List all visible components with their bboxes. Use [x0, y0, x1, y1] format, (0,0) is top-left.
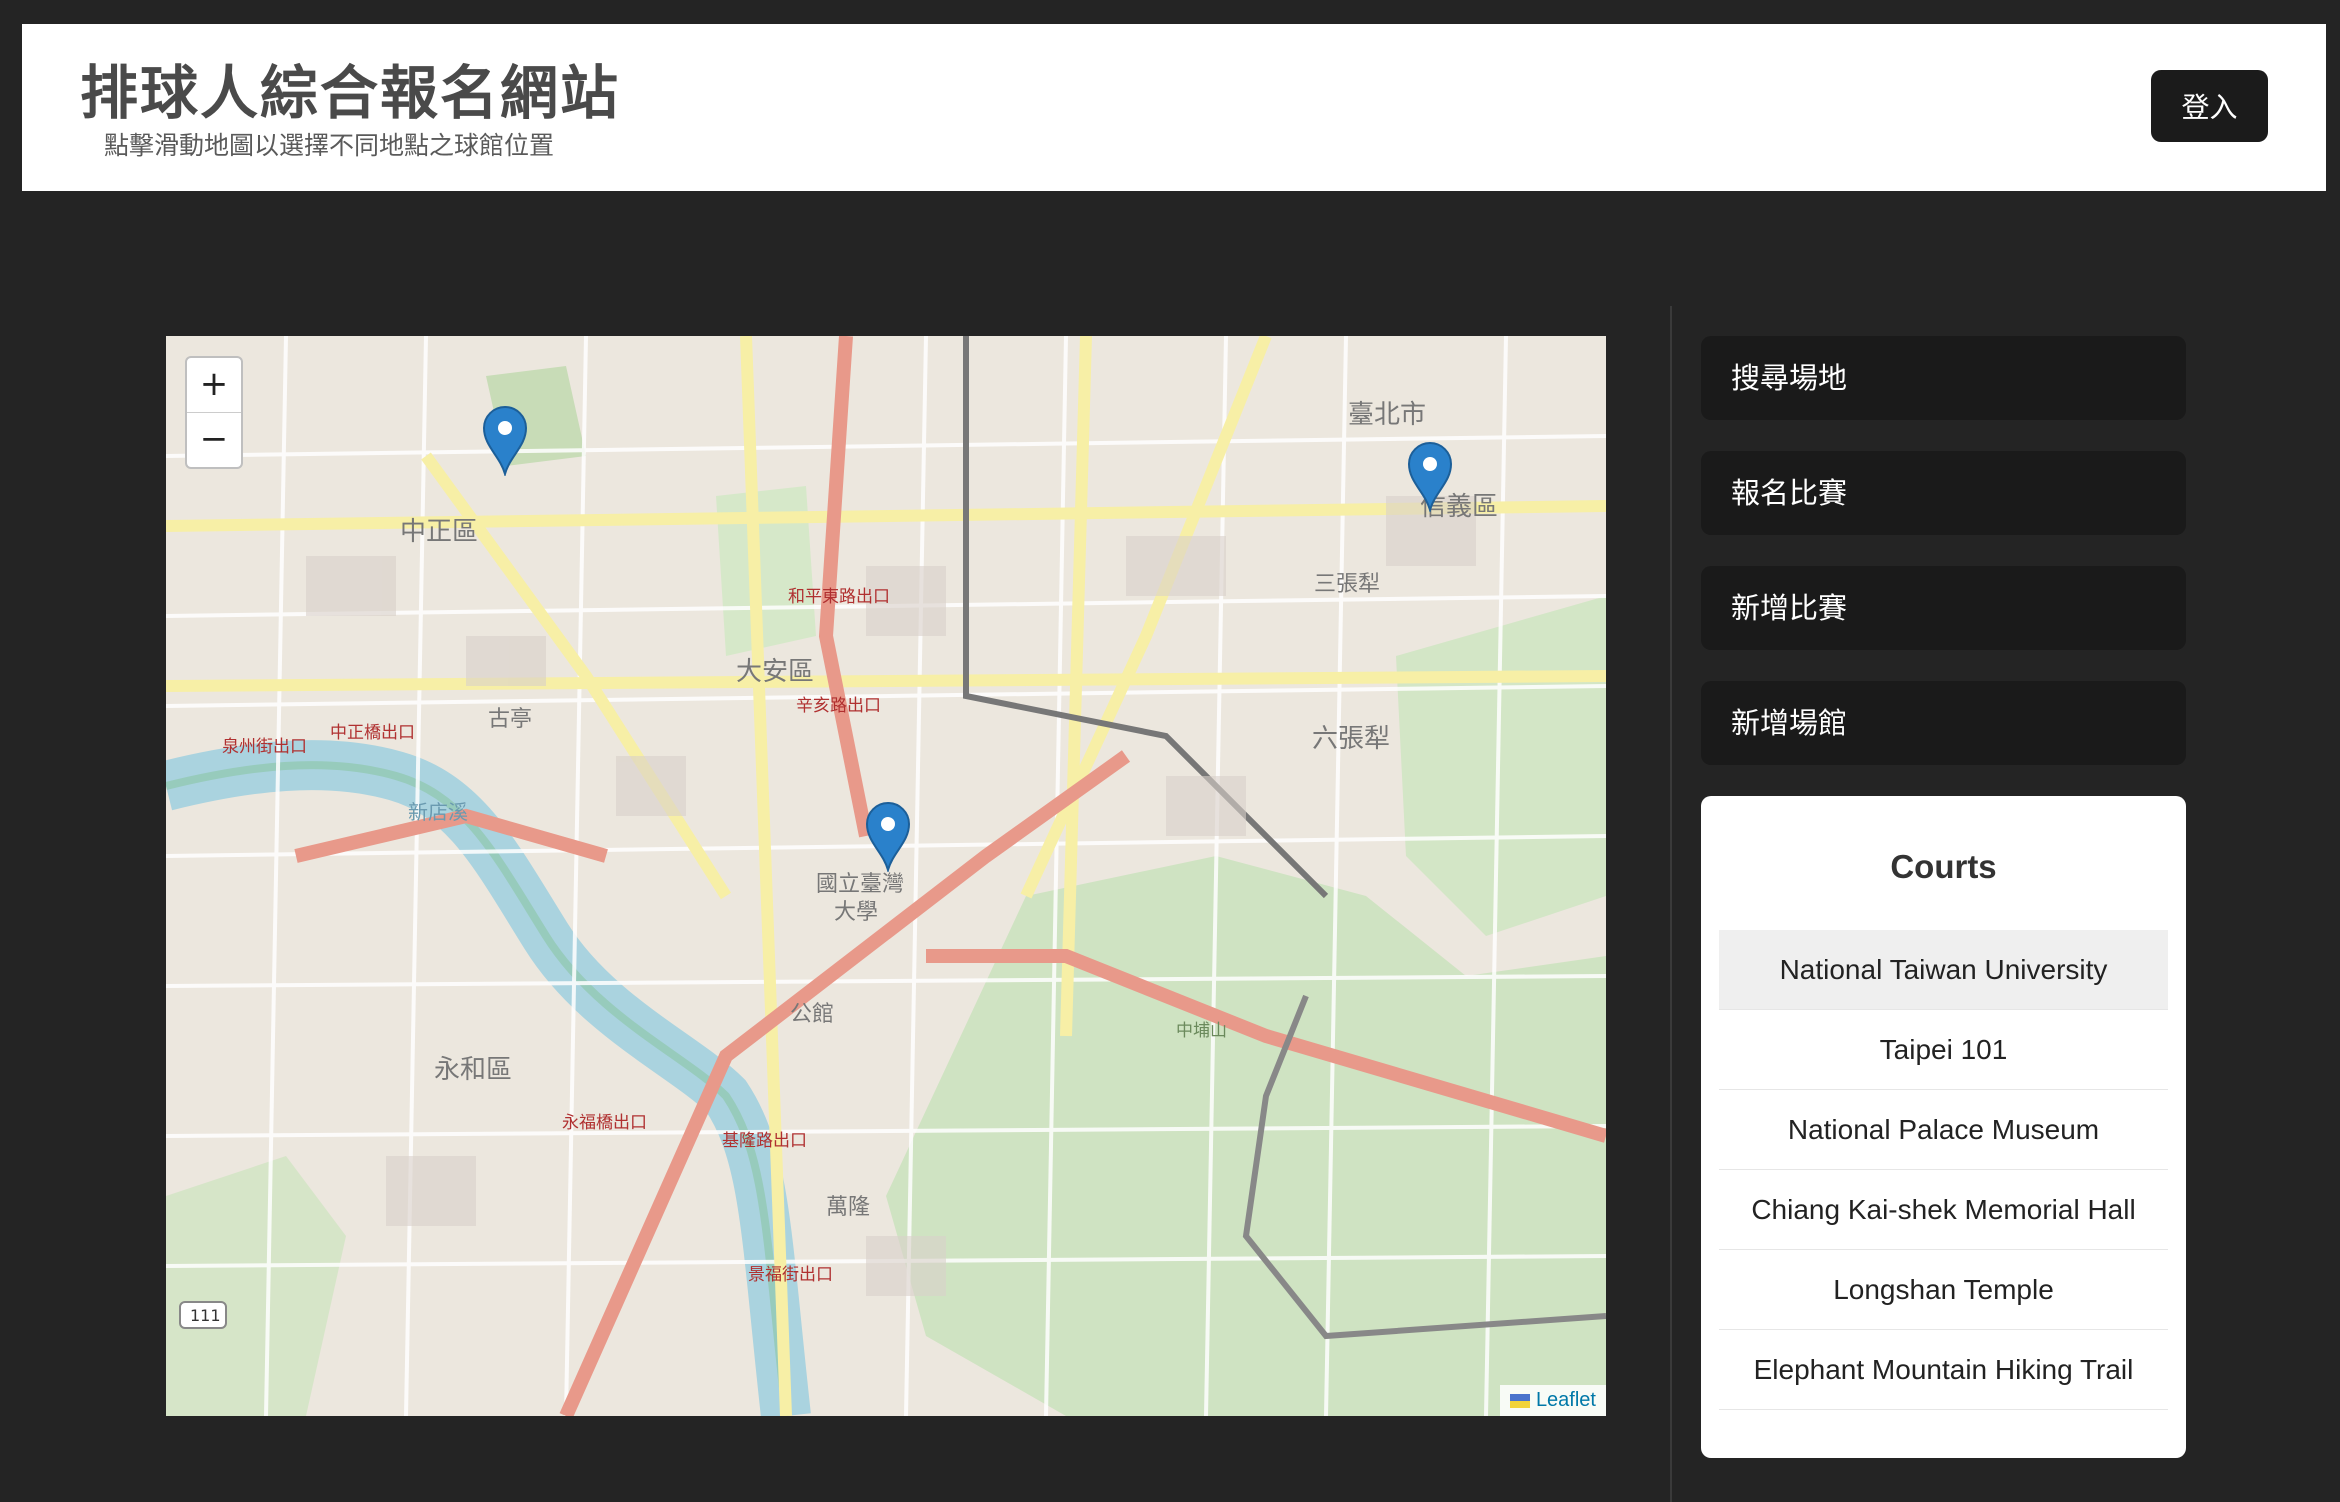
map-marker-icon[interactable]: [1407, 442, 1453, 512]
ukraine-flag-icon: [1509, 1393, 1530, 1408]
zoom-out-button[interactable]: −: [187, 412, 241, 467]
map-tiles: [166, 336, 1606, 1416]
zoom-in-button[interactable]: +: [187, 358, 241, 412]
court-item[interactable]: Taipei 101: [1719, 1010, 2168, 1090]
vertical-divider: [1670, 306, 1672, 1502]
site-subtitle: 點擊滑動地圖以選擇不同地點之球館位置: [104, 131, 555, 160]
court-item[interactable]: Chiang Kai-shek Memorial Hall: [1719, 1170, 2168, 1250]
court-item[interactable]: National Palace Museum: [1719, 1090, 2168, 1170]
search-venue-button[interactable]: 搜尋場地: [1701, 336, 2186, 420]
site-header: 排球人綜合報名網站 點擊滑動地圖以選擇不同地點之球館位置 登入: [22, 24, 2326, 191]
courts-title: Courts: [1890, 848, 1997, 885]
courts-list: National Taiwan University Taipei 101 Na…: [1719, 930, 2168, 1410]
court-item[interactable]: Longshan Temple: [1719, 1250, 2168, 1330]
map-attribution: Leaflet: [1499, 1385, 1606, 1416]
login-button[interactable]: 登入: [2151, 70, 2268, 142]
map-marker-icon[interactable]: [865, 802, 911, 872]
court-item[interactable]: National Taiwan University: [1719, 930, 2168, 1010]
map-view[interactable]: 臺北市 中正區 大安區 信義區 永和區 六張犁 三張犁 古亭 國立臺灣 大學 公…: [166, 336, 1606, 1416]
courts-panel: Courts National Taiwan University Taipei…: [1701, 796, 2186, 1458]
zoom-control: + −: [185, 356, 243, 469]
add-match-button[interactable]: 新增比賽: [1701, 566, 2186, 650]
court-item[interactable]: Elephant Mountain Hiking Trail: [1719, 1330, 2168, 1410]
site-title: 排球人綜合報名網站: [80, 59, 621, 127]
signup-match-button[interactable]: 報名比賽: [1701, 451, 2186, 535]
add-venue-button[interactable]: 新增場館: [1701, 681, 2186, 765]
map-marker-icon[interactable]: [482, 406, 528, 476]
leaflet-link[interactable]: Leaflet: [1536, 1389, 1596, 1412]
